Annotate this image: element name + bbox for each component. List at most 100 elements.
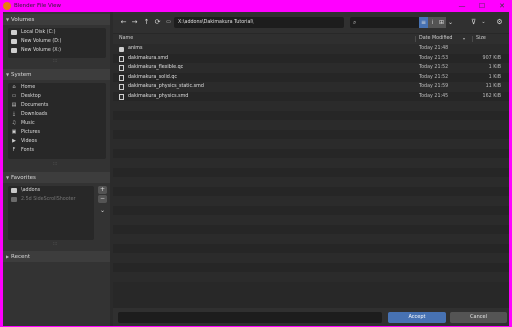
thumbnail-view-button[interactable]: ⊞ bbox=[437, 17, 446, 28]
recent-panel: ▶ Recent bbox=[3, 251, 110, 262]
favorites-header-label: Favorites bbox=[11, 174, 36, 181]
horizontal-list-view-button[interactable]: ⁞ bbox=[428, 17, 437, 28]
system-item-label: Downloads bbox=[21, 112, 48, 117]
system-item-documents[interactable]: ▤ Documents bbox=[8, 101, 106, 110]
file-row[interactable]: dakimakura_solid.qc Today 21:52 1 KiB bbox=[113, 72, 509, 82]
back-button[interactable]: ← bbox=[118, 17, 129, 28]
maximize-button[interactable]: ☐ bbox=[472, 0, 492, 12]
system-list: ⌂ Home ▭ Desktop ▤ Documents ⤓ Downloads ♫ Mu… bbox=[8, 83, 106, 159]
system-item-music[interactable]: ♫ Music bbox=[8, 119, 106, 128]
forward-button[interactable]: → bbox=[129, 17, 140, 28]
sidebar: ▼ Volumes Local Disk (C:) New Volume (D:… bbox=[3, 12, 110, 326]
volumes-header-label: Volumes bbox=[11, 16, 35, 23]
resize-grip-icon[interactable]: ::: bbox=[53, 162, 61, 166]
empty-row bbox=[113, 243, 509, 253]
file-row[interactable]: dakimakura.smd Today 21:53 907 KiB bbox=[113, 53, 509, 63]
drive-icon bbox=[11, 48, 17, 53]
column-header-row: Name Date Modified ▾ Size bbox=[113, 34, 509, 44]
drive-icon bbox=[11, 39, 17, 44]
resize-grip-icon[interactable]: ::: bbox=[53, 59, 61, 63]
new-folder-button[interactable]: ▭ bbox=[163, 17, 174, 28]
file-row[interactable]: dakimakura_physics_static.smd Today 21:59… bbox=[113, 82, 509, 92]
file-row[interactable]: dakimakura_physics.smd Today 21:45 162 KiB bbox=[113, 91, 509, 101]
system-item-label: Home bbox=[21, 85, 36, 90]
blender-logo-icon bbox=[3, 2, 11, 10]
system-item-label: Documents bbox=[21, 103, 49, 108]
volumes-panel-header[interactable]: ▼ Volumes bbox=[3, 14, 110, 25]
empty-row bbox=[113, 215, 509, 225]
volume-item-x[interactable]: New Volume (X:) bbox=[8, 46, 106, 55]
folder-row[interactable]: anims Today 21:48 bbox=[113, 44, 509, 54]
file-name: dakimakura_solid.qc bbox=[128, 74, 178, 80]
accept-button[interactable]: Accept bbox=[388, 312, 446, 323]
minimize-button[interactable]: — bbox=[452, 0, 472, 12]
favorite-item-sidescroll[interactable]: 2.5d SideScrollShooter bbox=[8, 195, 94, 204]
volumes-panel: ▼ Volumes bbox=[3, 14, 110, 25]
column-separator[interactable] bbox=[472, 36, 473, 42]
search-input[interactable]: ⌕ bbox=[350, 17, 429, 28]
folder-icon bbox=[11, 188, 17, 193]
system-panel-header[interactable]: ▼ System bbox=[3, 69, 110, 80]
vertical-list-view-button[interactable]: ≡ bbox=[419, 17, 428, 28]
close-button[interactable]: ✕ bbox=[492, 0, 512, 12]
column-header-size[interactable]: Size bbox=[476, 34, 486, 44]
settings-gear-icon[interactable]: ⚙ bbox=[494, 17, 505, 28]
file-icon bbox=[119, 74, 124, 81]
system-item-videos[interactable]: ▶ Videos bbox=[8, 137, 106, 146]
sort-descending-icon[interactable]: ▾ bbox=[463, 34, 465, 44]
drive-icon bbox=[11, 30, 17, 35]
bottom-bar: Accept Cancel bbox=[113, 308, 509, 326]
favorites-menu-icon[interactable]: ⌄ bbox=[98, 207, 107, 215]
empty-row bbox=[113, 129, 509, 139]
column-separator[interactable] bbox=[415, 36, 416, 42]
favorites-panel-header[interactable]: ▼ Favorites bbox=[3, 172, 110, 183]
system-item-fonts[interactable]: F Fonts bbox=[8, 146, 106, 155]
file-icon bbox=[119, 84, 124, 90]
path-input[interactable]: X:\addons\Dakimakura Tutorial\ bbox=[174, 17, 344, 28]
file-name: anims bbox=[128, 46, 143, 51]
column-header-name[interactable]: Name bbox=[119, 34, 133, 44]
documents-icon: ▤ bbox=[11, 102, 17, 108]
column-header-date[interactable]: Date Modified bbox=[419, 34, 452, 44]
favorite-item-addons[interactable]: \addons bbox=[8, 186, 94, 195]
file-size: 162 KiB bbox=[482, 93, 501, 99]
empty-row bbox=[113, 158, 509, 168]
title-bar[interactable]: Blender File View — ☐ ✕ bbox=[0, 0, 512, 12]
view-options-dropdown-icon[interactable]: ⌄ bbox=[446, 17, 455, 28]
empty-row bbox=[113, 148, 509, 158]
parent-directory-button[interactable]: ↑ bbox=[141, 17, 152, 28]
system-item-label: Music bbox=[21, 121, 35, 126]
file-date-modified: Today 21:53 bbox=[419, 55, 449, 61]
refresh-button[interactable]: ⟳ bbox=[152, 17, 163, 28]
system-item-desktop[interactable]: ▭ Desktop bbox=[8, 92, 106, 101]
file-name: dakimakura.smd bbox=[128, 55, 169, 61]
system-item-home[interactable]: ⌂ Home bbox=[8, 83, 106, 92]
folder-icon bbox=[11, 197, 17, 202]
file-browser: ← → ↑ ⟳ ▭ X:\addons\Dakimakura Tutorial\… bbox=[113, 12, 509, 326]
resize-grip-icon[interactable]: ::: bbox=[53, 242, 61, 246]
file-date-modified: Today 21:52 bbox=[419, 65, 449, 70]
empty-row bbox=[113, 120, 509, 130]
system-item-pictures[interactable]: ▣ Pictures bbox=[8, 128, 106, 137]
empty-row bbox=[113, 262, 509, 272]
file-row[interactable]: dakimakura_flexible.qc Today 21:52 1 KiB bbox=[113, 63, 509, 73]
filter-dropdown-icon[interactable]: ⌄ bbox=[478, 17, 489, 28]
volume-item-c[interactable]: Local Disk (C:) bbox=[8, 28, 106, 37]
file-icon bbox=[119, 65, 124, 71]
blender-file-view-window: Blender File View — ☐ ✕ ▼ Volumes Local … bbox=[0, 0, 512, 327]
filename-input[interactable] bbox=[118, 312, 382, 323]
remove-favorite-button[interactable]: − bbox=[98, 195, 107, 203]
system-item-downloads[interactable]: ⤓ Downloads bbox=[8, 110, 106, 119]
empty-row bbox=[113, 196, 509, 206]
music-icon: ♫ bbox=[11, 120, 17, 126]
volumes-list: Local Disk (C:) New Volume (D:) New Volu… bbox=[8, 28, 106, 58]
file-date-modified: Today 21:48 bbox=[419, 46, 449, 51]
add-favorite-button[interactable]: + bbox=[98, 186, 107, 194]
volume-item-d[interactable]: New Volume (D:) bbox=[8, 37, 106, 46]
recent-panel-header[interactable]: ▶ Recent bbox=[3, 251, 110, 262]
search-icon: ⌕ bbox=[353, 19, 357, 26]
file-size: 1 KiB bbox=[488, 65, 501, 70]
cancel-button[interactable]: Cancel bbox=[450, 312, 507, 323]
empty-row bbox=[113, 253, 509, 263]
favorites-panel: ▼ Favorites bbox=[3, 172, 110, 183]
